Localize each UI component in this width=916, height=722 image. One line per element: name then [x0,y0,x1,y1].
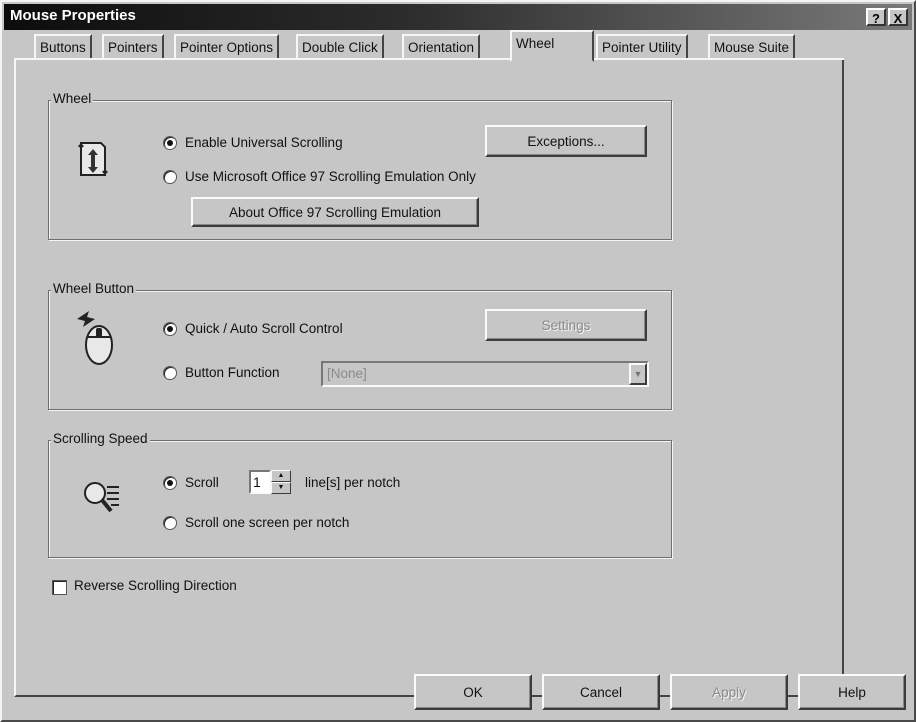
button-function-radio[interactable] [163,365,177,380]
settings-button[interactable]: Settings [485,309,647,341]
magnifier-lines-icon [84,482,119,513]
lines-per-notch-spinner[interactable]: ▲ ▼ [271,470,291,494]
tab-pointer-utility[interactable]: Pointer Utility [596,34,688,60]
spin-down-icon[interactable]: ▼ [271,482,291,494]
help-button[interactable]: ? [866,8,886,26]
reverse-scrolling-checkbox[interactable] [52,580,67,595]
scroll-one-screen-radio[interactable] [163,515,177,530]
button-function-select-value: [None] [327,366,367,381]
wheel-button-group-label: Wheel Button [51,281,137,297]
window-title: Mouse Properties [10,7,136,24]
scroll-lines-option[interactable]: Scroll [163,475,219,490]
tab-wheel[interactable]: Wheel [510,30,594,62]
chevron-down-icon[interactable]: ▼ [629,363,647,385]
wheel-group-label: Wheel [51,91,94,107]
ok-button[interactable]: OK [414,674,532,710]
tab-orientation[interactable]: Orientation [402,34,481,60]
about-office97-button[interactable]: About Office 97 Scrolling Emulation [191,197,479,227]
cancel-button[interactable]: Cancel [542,674,660,710]
wheel-button-group: Wheel Button Quick / Auto Scroll Control… [48,281,672,410]
mouse-properties-window: Mouse Properties ? X Buttons Pointers Po… [0,0,916,722]
quick-auto-scroll-option[interactable]: Quick / Auto Scroll Control [163,321,343,336]
tab-mouse-suite[interactable]: Mouse Suite [708,34,796,60]
scroll-one-screen-option[interactable]: Scroll one screen per notch [163,515,349,530]
spin-up-icon[interactable]: ▲ [271,470,291,482]
scroll-lines-radio[interactable] [163,475,177,490]
tab-pointer-options[interactable]: Pointer Options [174,34,280,60]
tab-buttons[interactable]: Buttons [34,34,92,60]
scroll-lines-label: Scroll [185,475,219,490]
office97-only-label: Use Microsoft Office 97 Scrolling Emulat… [185,169,476,184]
apply-button[interactable]: Apply [670,674,788,710]
mouse-icon [77,311,113,365]
scroll-document-icon [78,142,108,176]
wheel-group: Wheel Enable Universal Scrolling Use Mic… [48,91,672,240]
office97-only-radio[interactable] [163,169,177,184]
lines-per-notch-suffix: line[s] per notch [305,475,401,490]
quick-auto-scroll-radio[interactable] [163,321,177,336]
quick-auto-scroll-label: Quick / Auto Scroll Control [185,321,343,336]
close-button[interactable]: X [888,8,908,26]
help-footer-button[interactable]: Help [798,674,906,710]
scroll-one-screen-label: Scroll one screen per notch [185,515,350,530]
reverse-scrolling-label: Reverse Scrolling Direction [74,578,237,593]
tab-double-click[interactable]: Double Click [296,34,384,60]
tab-pointers[interactable]: Pointers [102,34,164,60]
scrolling-speed-group-label: Scrolling Speed [51,431,150,447]
enable-universal-scrolling-radio[interactable] [163,135,177,150]
button-function-option[interactable]: Button Function [163,365,280,380]
button-function-select[interactable]: [None] ▼ [321,361,649,387]
button-function-label: Button Function [185,365,280,380]
office97-only-option[interactable]: Use Microsoft Office 97 Scrolling Emulat… [163,169,476,184]
exceptions-button[interactable]: Exceptions... [485,125,647,157]
enable-universal-scrolling-label: Enable Universal Scrolling [185,135,343,150]
enable-universal-scrolling-option[interactable]: Enable Universal Scrolling [163,135,343,150]
lines-per-notch-input[interactable]: 1 [249,470,271,494]
wheel-tab-panel: Wheel Enable Universal Scrolling Use Mic… [14,60,844,697]
title-bar[interactable]: Mouse Properties ? X [4,4,912,30]
scrolling-speed-group: Scrolling Speed Scroll 1 ▲ ▼ line[s] per… [48,431,672,558]
